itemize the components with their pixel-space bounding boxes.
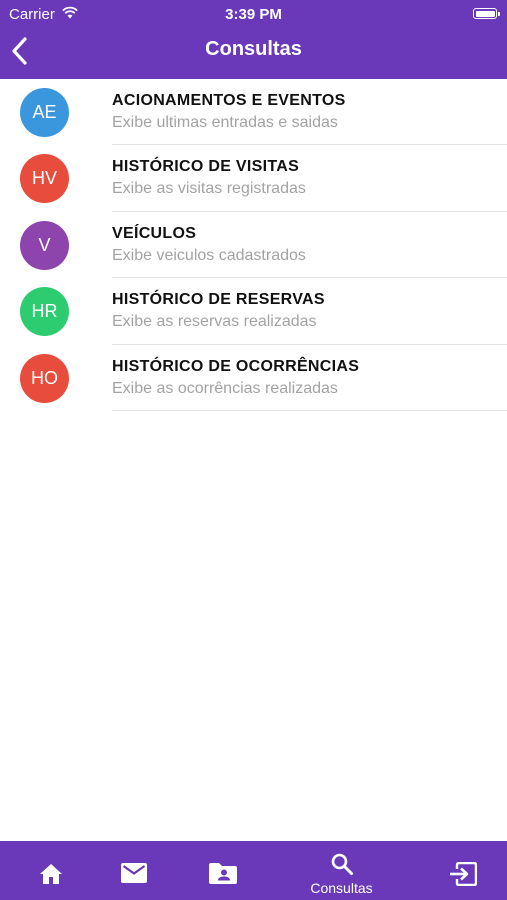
list-item-historico-visitas[interactable]: HV HISTÓRICO DE VISITAS Exibe as visitas… — [0, 145, 507, 212]
navigation-bar: Carrier 3:39 PM Consultas — [0, 0, 507, 79]
avatar: AE — [20, 88, 69, 137]
logout-icon — [449, 862, 477, 886]
avatar: HO — [20, 353, 69, 403]
tab-label: Consultas — [310, 880, 373, 896]
list-item-title: VEÍCULOS — [112, 224, 197, 242]
avatar: HR — [20, 287, 69, 337]
status-bar: Carrier 3:39 PM — [0, 0, 507, 28]
tab-logout[interactable] — [412, 841, 507, 900]
avatar: HV — [20, 154, 69, 204]
list-item-acionamentos[interactable]: AE ACIONAMENTOS E EVENTOS Exibe ultimas … — [0, 79, 507, 146]
list-item-title: HISTÓRICO DE OCORRÊNCIAS — [112, 357, 360, 375]
list-item-subtitle: Exibe as reservas realizadas — [112, 313, 317, 331]
list-item-title: HISTÓRICO DE VISITAS — [112, 158, 300, 176]
mail-icon — [120, 863, 147, 883]
list-item-title: HISTÓRICO DE RESERVAS — [112, 291, 325, 309]
status-time: 3:39 PM — [225, 6, 282, 23]
list-item-title: ACIONAMENTOS E EVENTOS — [112, 92, 346, 109]
list-item-subtitle: Exibe as visitas registradas — [112, 180, 306, 198]
page-title: Consultas — [205, 38, 302, 60]
tab-consultas[interactable]: Consultas — [291, 841, 392, 900]
list-item-subtitle: Exibe veiculos cadastrados — [112, 246, 306, 264]
home-icon — [39, 864, 62, 884]
list-item-veiculos[interactable]: V VEÍCULOS Exibe veiculos cadastrados — [0, 212, 507, 279]
search-icon — [331, 853, 353, 875]
tab-bar: Consultas — [0, 841, 507, 900]
contacts-folder-icon — [208, 863, 237, 884]
list-item-subtitle: Exibe ultimas entradas e saidas — [112, 114, 338, 131]
tab-contacts[interactable] — [172, 841, 273, 900]
consultas-list: AE ACIONAMENTOS E EVENTOS Exibe ultimas … — [0, 79, 507, 411]
list-item-historico-reservas[interactable]: HR HISTÓRICO DE RESERVAS Exibe as reserv… — [0, 278, 507, 345]
tab-messages[interactable] — [83, 841, 184, 900]
avatar: V — [20, 220, 69, 270]
list-item-subtitle: Exibe as ocorrências realizadas — [112, 379, 338, 397]
divider — [112, 409, 507, 411]
list-item-historico-ocorrencias[interactable]: HO HISTÓRICO DE OCORRÊNCIAS Exibe as oco… — [0, 345, 507, 411]
battery-icon — [473, 8, 500, 19]
